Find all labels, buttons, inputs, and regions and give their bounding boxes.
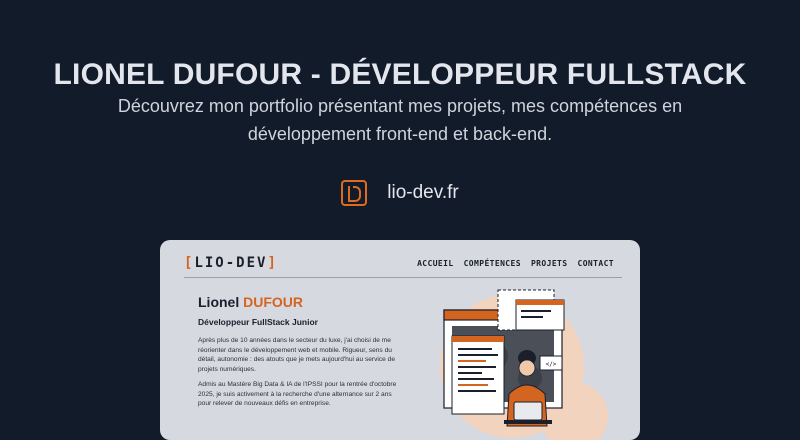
preview-navbar: [LIO-DEV] ACCUEIL COMPÉTENCES PROJETS CO… bbox=[184, 250, 614, 276]
site-link[interactable]: lio-dev.fr bbox=[0, 180, 800, 206]
preview-hero-name: Lionel DUFOUR bbox=[198, 294, 304, 310]
lio-dev-logo-icon bbox=[341, 180, 368, 206]
preview-hero-role: Développeur FullStack Junior bbox=[198, 317, 318, 327]
page-title: LIONEL DUFOUR - DÉVELOPPEUR FULLSTACK bbox=[53, 58, 747, 92]
preview-brand-logo[interactable]: [LIO-DEV] bbox=[184, 255, 278, 271]
code-tag-icon: </> bbox=[546, 361, 557, 368]
preview-divider bbox=[184, 277, 622, 278]
preview-nav-contact[interactable]: CONTACT bbox=[577, 259, 614, 268]
page-subtitle: Découvrez mon portfolio présentant mes p… bbox=[117, 96, 683, 144]
preview-intro-paragraph: Après plus de 10 années dans le secteur … bbox=[198, 337, 395, 373]
preview-nav-competences[interactable]: COMPÉTENCES bbox=[464, 259, 521, 268]
preview-nav-links: ACCUEIL COMPÉTENCES PROJETS CONTACT bbox=[417, 259, 614, 268]
preview-nav-accueil[interactable]: ACCUEIL bbox=[417, 259, 454, 268]
developer-illustration: </> bbox=[440, 289, 608, 440]
preview-nav-projets[interactable]: PROJETS bbox=[531, 259, 568, 268]
preview-status-paragraph: Admis au Mastère Big Data & IA de l'IPSS… bbox=[198, 381, 397, 407]
website-preview[interactable]: [LIO-DEV] ACCUEIL COMPÉTENCES PROJETS CO… bbox=[160, 240, 640, 440]
site-url[interactable]: lio-dev.fr bbox=[387, 182, 458, 204]
